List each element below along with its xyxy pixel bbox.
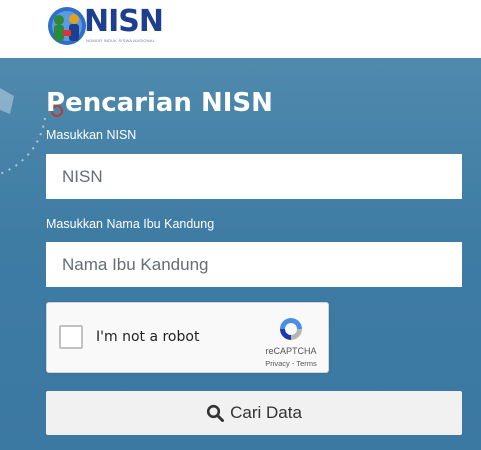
recaptcha-logo-icon	[280, 318, 302, 340]
logo-subtitle: NOMOR INDUK SISWA NASIONAL	[86, 38, 156, 43]
nisn-input[interactable]	[46, 154, 462, 199]
recaptcha-links: Privacy - Terms	[256, 359, 326, 368]
recaptcha-brand: reCAPTCHA	[265, 346, 317, 356]
recaptcha-label: I'm not a robot	[96, 329, 200, 345]
search-button[interactable]: Cari Data	[46, 391, 462, 435]
search-button-label: Cari Data	[230, 403, 302, 422]
site-header: NISN NOMOR INDUK SISWA NASIONAL	[0, 0, 481, 58]
logo-wordmark: NISN	[84, 4, 164, 39]
nisn-label: Masukkan NISN	[46, 128, 137, 142]
recaptcha-terms-link[interactable]: Terms	[296, 359, 316, 368]
recaptcha-checkbox[interactable]	[59, 325, 83, 349]
page-title: Pencarian NISN	[46, 88, 273, 118]
nisn-logo[interactable]: NISN NOMOR INDUK SISWA NASIONAL	[46, 4, 166, 48]
mother-name-input[interactable]	[46, 242, 462, 287]
search-panel: Pencarian NISN Masukkan NISN Masukkan Na…	[0, 58, 481, 450]
recaptcha-widget: I'm not a robot reCAPTCHA Privacy - Term…	[46, 302, 329, 373]
recaptcha-privacy-link[interactable]: Privacy	[265, 359, 290, 368]
mother-name-label: Masukkan Nama Ibu Kandung	[46, 217, 215, 231]
search-icon	[206, 404, 225, 422]
